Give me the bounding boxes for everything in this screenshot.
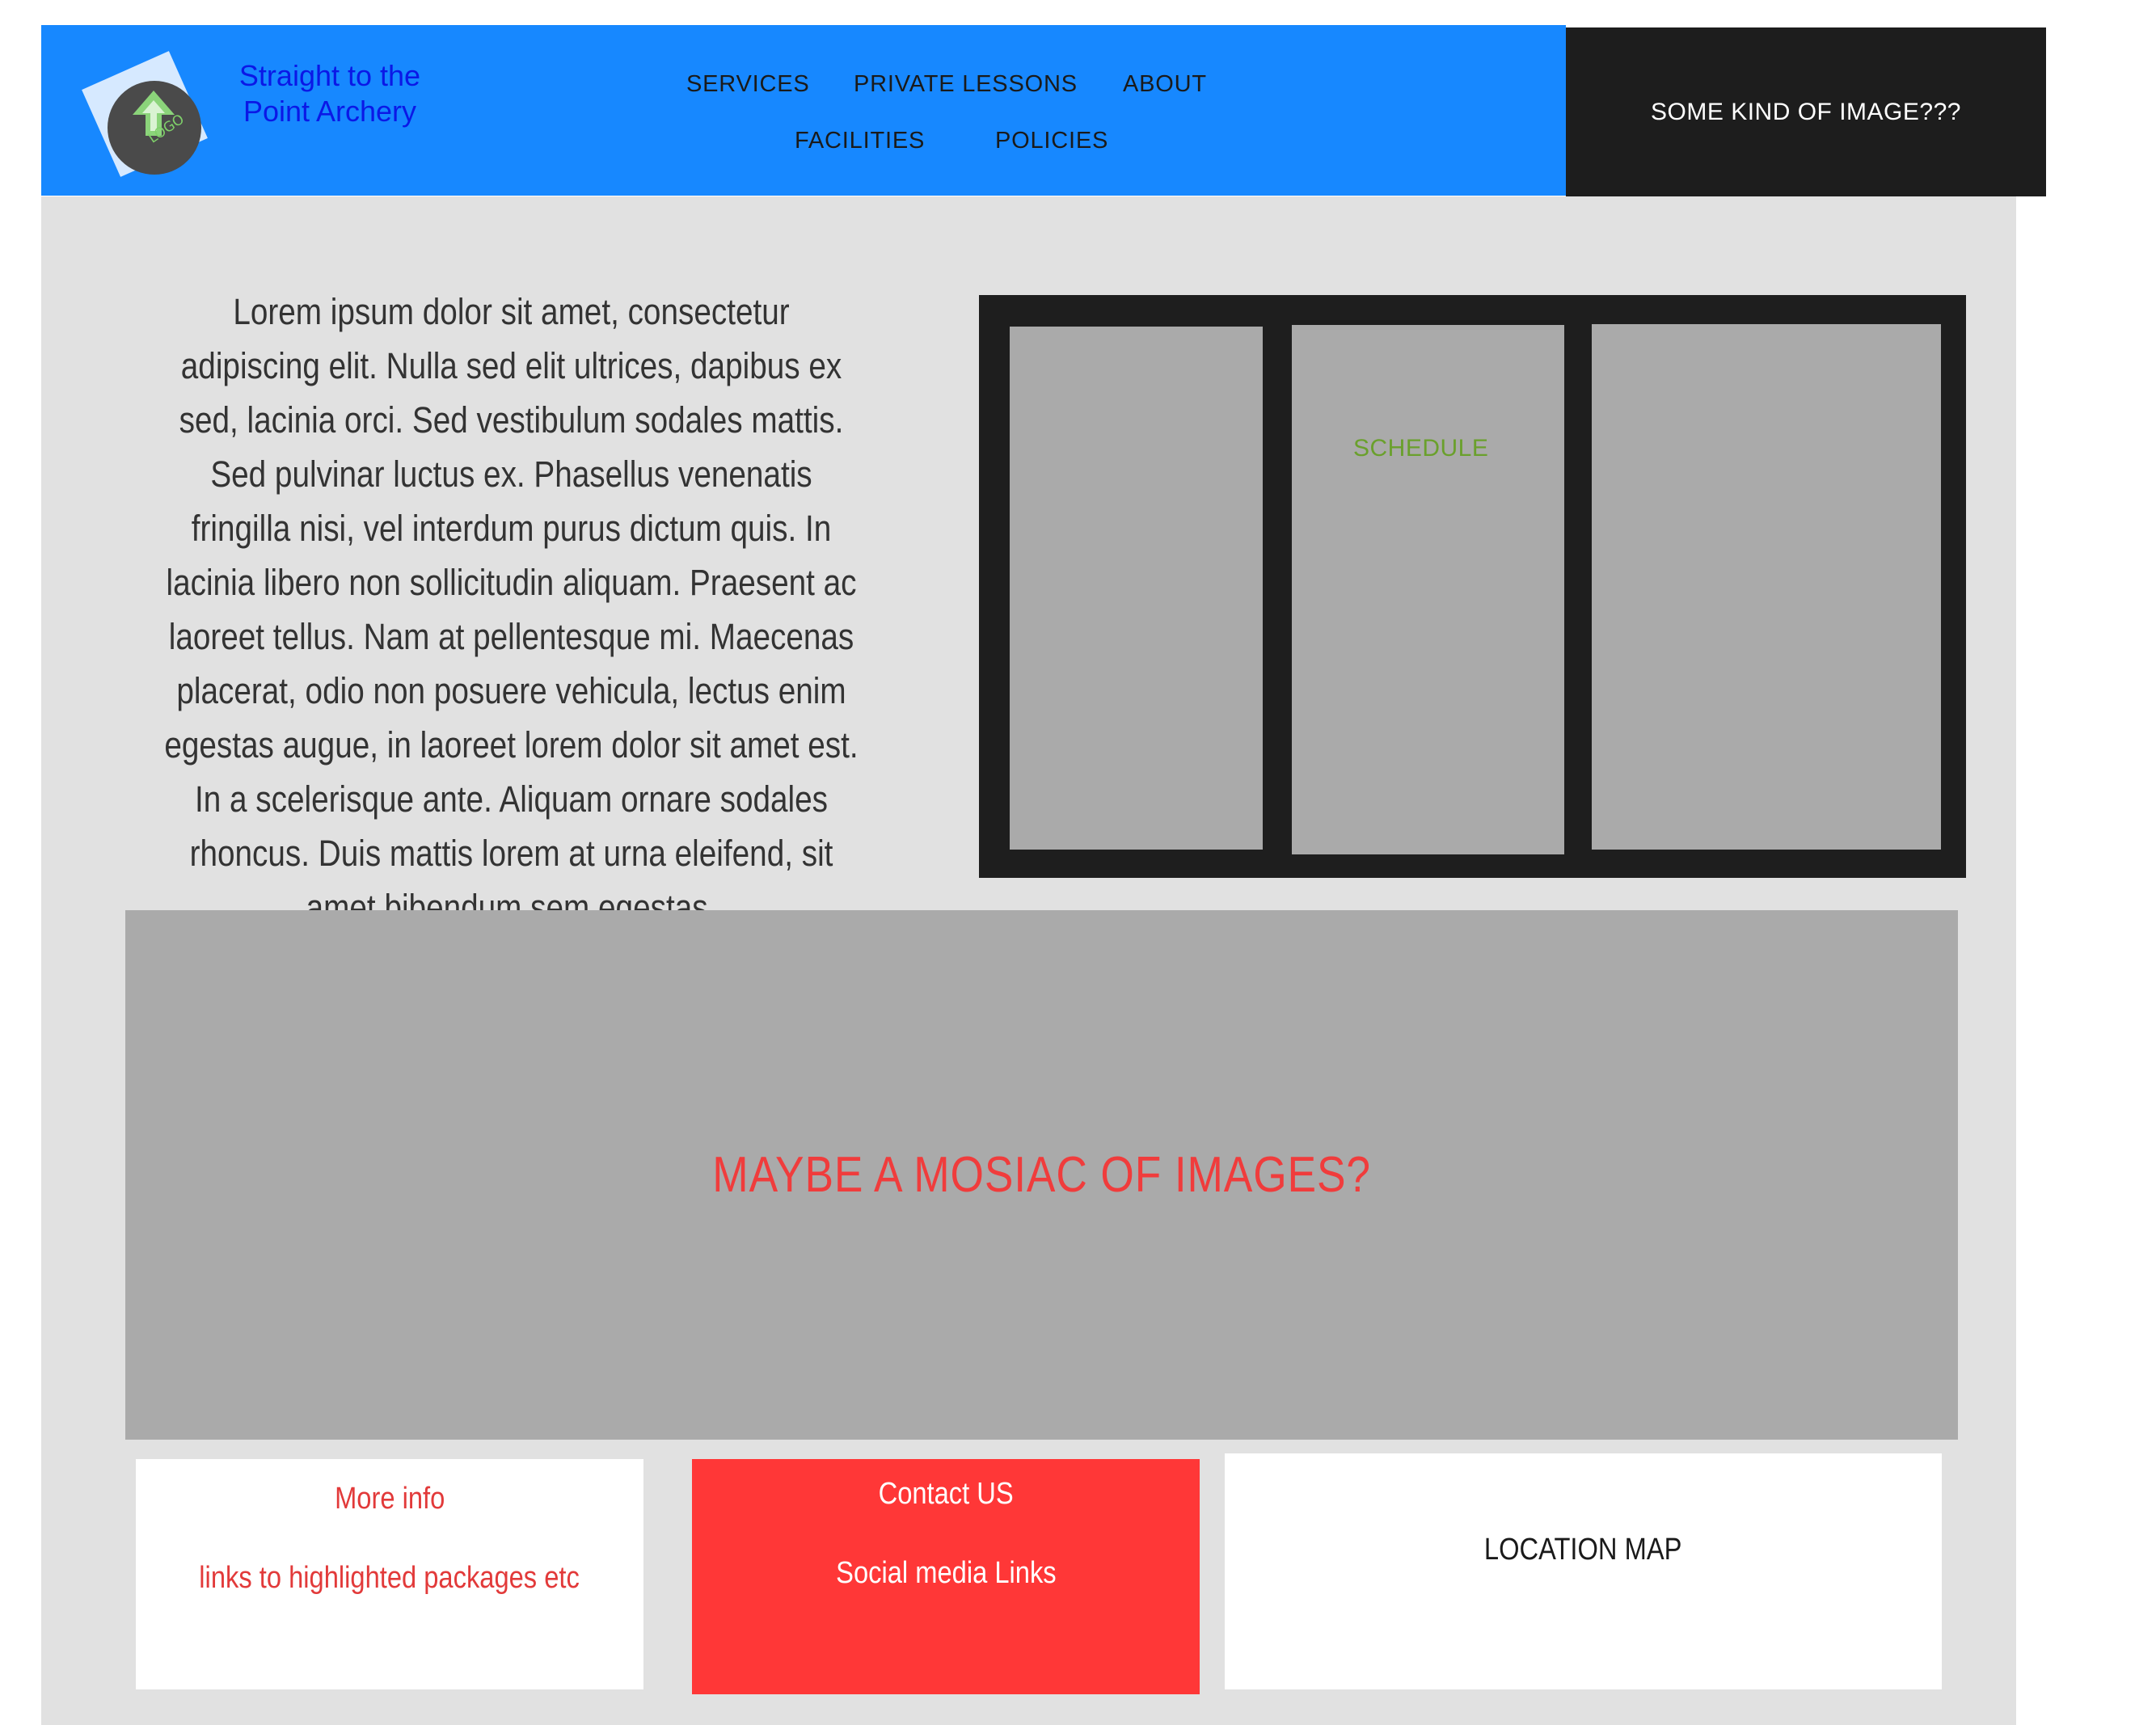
location-map-title: LOCATION MAP [1484, 1533, 1682, 1567]
gallery-panel-schedule[interactable] [1292, 325, 1564, 854]
intro-paragraph: Lorem ipsum dolor sit amet, consectetur … [164, 291, 859, 928]
gallery-panel-left[interactable] [1010, 327, 1263, 850]
more-info-links[interactable]: links to highlighted packages etc [200, 1561, 580, 1596]
image-mosaic-placeholder: MAYBE A MOSIAC OF IMAGES? [125, 910, 1958, 1440]
header-image-label: SOME KIND OF IMAGE??? [1651, 98, 1961, 125]
brand-name[interactable]: Straight to the Point Archery [217, 58, 443, 129]
nav-item-private-lessons[interactable]: PRIVATE LESSONS [854, 71, 1078, 98]
more-info-title: More info [334, 1482, 445, 1516]
nav-item-services[interactable]: SERVICES [686, 71, 810, 98]
mosaic-label: MAYBE A MOSIAC OF IMAGES? [712, 1147, 1371, 1203]
more-info-card[interactable]: More info links to highlighted packages … [136, 1459, 643, 1689]
schedule-label[interactable]: SCHEDULE [1353, 435, 1488, 462]
nav-item-about[interactable]: ABOUT [1123, 71, 1207, 98]
header-image-placeholder: SOME KIND OF IMAGE??? [1566, 27, 2046, 196]
brand-name-line-1: Straight to the [238, 59, 421, 92]
nav-item-facilities[interactable]: FACILITIES [795, 128, 925, 154]
nav-item-policies[interactable]: POLICIES [995, 128, 1108, 154]
location-map-card[interactable]: LOCATION MAP [1225, 1453, 1942, 1689]
gallery-panel-right[interactable] [1592, 324, 1941, 850]
contact-title[interactable]: Contact US [878, 1477, 1013, 1512]
brand-name-line-2: Point Archery [243, 95, 417, 128]
social-media-links[interactable]: Social media Links [836, 1556, 1056, 1591]
contact-card[interactable]: Contact US Social media Links [692, 1459, 1200, 1694]
